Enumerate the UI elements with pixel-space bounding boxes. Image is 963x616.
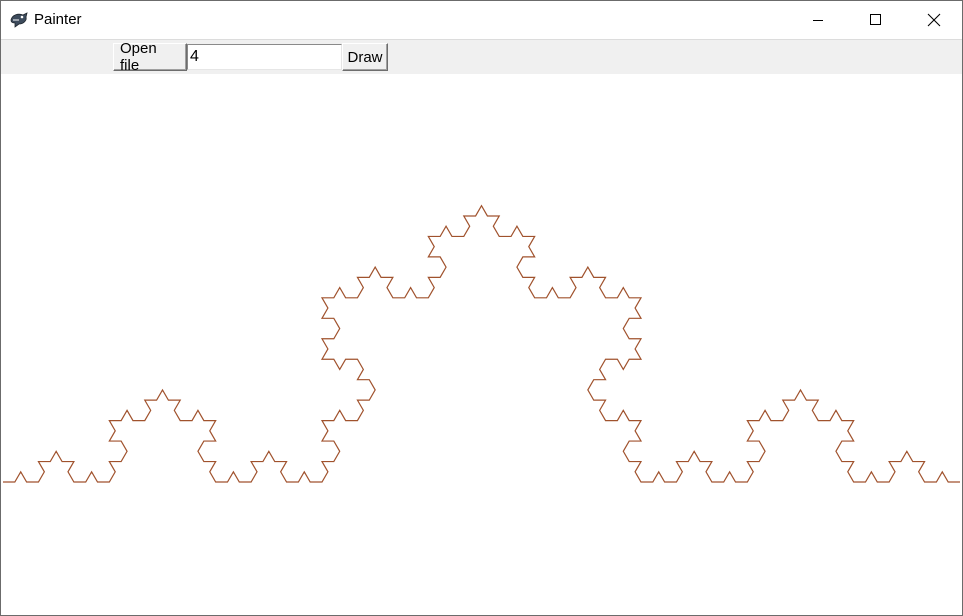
draw-button[interactable]: Draw <box>342 43 388 71</box>
close-icon <box>927 13 941 27</box>
painter-brush-icon <box>10 12 28 28</box>
toolbar: Open file Draw <box>1 39 962 75</box>
drawing-canvas[interactable] <box>1 74 962 615</box>
minimize-button[interactable] <box>789 1 847 39</box>
iterations-input[interactable] <box>187 44 342 70</box>
koch-curve-drawing <box>3 204 960 483</box>
painter-window: Painter Open file Draw <box>0 0 963 616</box>
open-file-button[interactable]: Open file <box>113 40 187 74</box>
title-bar[interactable]: Painter <box>1 1 962 39</box>
minimize-icon <box>813 20 823 21</box>
window-title: Painter <box>34 11 82 28</box>
maximize-icon <box>870 14 881 25</box>
maximize-button[interactable] <box>847 1 905 39</box>
close-button[interactable] <box>905 1 962 39</box>
koch-curve <box>3 204 960 483</box>
